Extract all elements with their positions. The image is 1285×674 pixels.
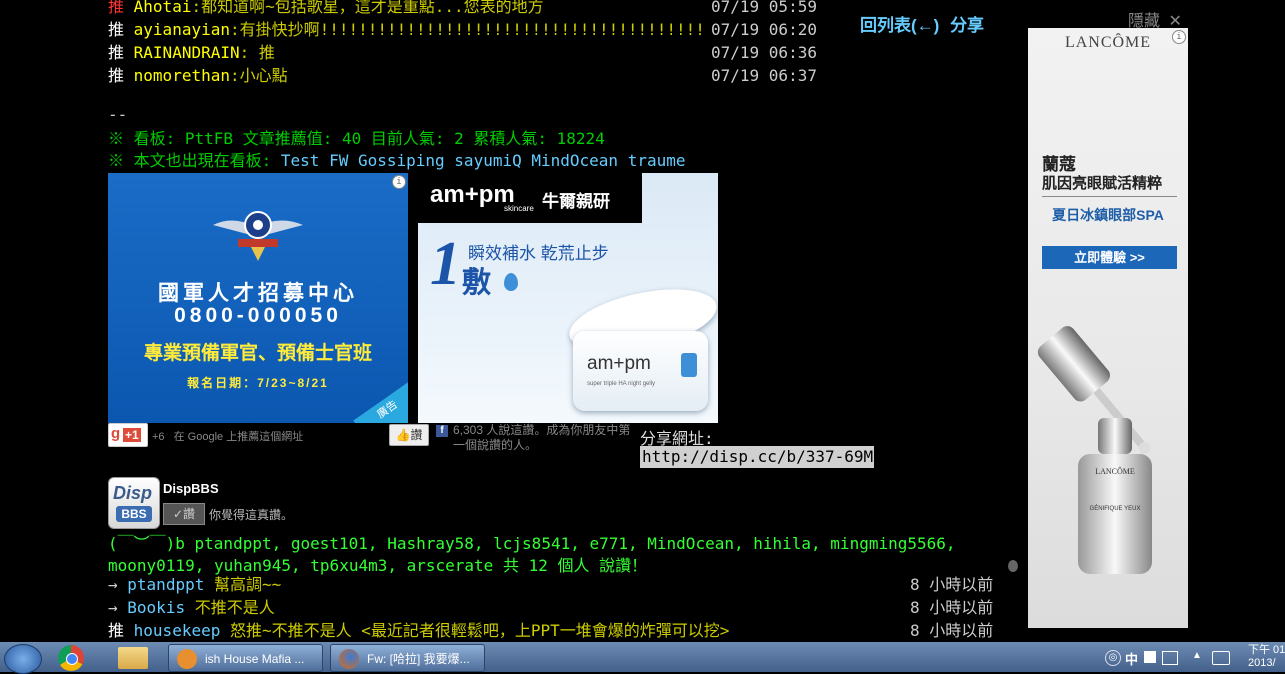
taskbar-item-firefox[interactable]: Fw: [哈拉] 我要爆...	[330, 644, 485, 672]
likers-line-1: (￣︶￣)b ptandppt, goest101, Hashray58, lc…	[108, 534, 956, 553]
disp-like-button[interactable]: ✓讚	[163, 503, 205, 525]
share-url-field[interactable]: http://disp.cc/b/337-69M3	[640, 446, 883, 468]
military-emblem-icon	[213, 211, 303, 261]
dispbbs-name[interactable]: DispBBS	[163, 481, 219, 496]
board-links[interactable]: Test FW Gossiping sayumiQ MindOcean trau…	[281, 151, 686, 170]
folder-icon[interactable]	[118, 647, 148, 669]
try-now-button[interactable]: 立即體驗 >>	[1042, 246, 1177, 269]
push-row: 推 Ahotai:都知道啊~包括歌星，這才是重點...您表的地方 07/19 0…	[108, 0, 817, 18]
ime-icon[interactable]: ◎	[1105, 650, 1121, 666]
push-user[interactable]: nomorethan	[134, 66, 230, 85]
facebook-like-text: 6,303 人說這讚。成為你朋友中第 一個說讚的人。	[453, 423, 631, 452]
taskbar-item-media[interactable]: ish House Mafia ...	[168, 644, 323, 672]
ampm-brand-bar: am+pm skincare 牛爾親研	[418, 173, 642, 223]
cream-jar: am+pm super triple HA night gelly	[573, 331, 708, 411]
military-recruit-ad[interactable]: i 國軍人才招募中心 0800-000050 專業預備軍官、預備士官班 報名日期…	[108, 173, 408, 423]
push-user[interactable]: ayianayian	[134, 20, 230, 39]
ad-info-icon[interactable]: i	[392, 175, 406, 189]
push-row: 推 RAINANDRAIN: 推 07/19 06:36	[108, 43, 817, 62]
share-link[interactable]: 分享	[950, 16, 984, 35]
google-plus-count: +6 在 Google 上推薦這個網址	[152, 431, 304, 443]
firefox-icon	[339, 649, 359, 669]
svg-text:LANCÔME: LANCÔME	[1095, 466, 1135, 476]
signature-separator: --	[108, 105, 128, 124]
taskbar: ish House Mafia ... Fw: [哈拉] 我要爆... ◎ 中 …	[0, 642, 1285, 674]
start-button[interactable]	[0, 642, 44, 674]
article-nav: 回列表(←) 分享	[860, 11, 984, 36]
push-user[interactable]: housekeep	[134, 621, 221, 640]
disp-like-text: 你覺得這真讚。	[209, 508, 294, 522]
tray-expand-icon[interactable]: ▲	[1192, 650, 1202, 661]
push-user[interactable]: Bookis	[127, 598, 185, 617]
google-plus-one-button[interactable]: g +1	[108, 423, 148, 447]
ampm-skincare-ad[interactable]: am+pm skincare 牛爾親研 1 敷 瞬效補水 乾荒止步 am+pm …	[418, 173, 718, 423]
likers-line-2: moony0119, yuhan945, tp6xu4m3, arscerate…	[108, 556, 648, 575]
svg-text:GÉNIFIQUE YEUX: GÉNIFIQUE YEUX	[1090, 505, 1141, 512]
language-indicator[interactable]: 中	[1125, 649, 1138, 668]
facebook-like-button[interactable]: 👍讚	[389, 424, 429, 446]
water-drop-icon	[504, 273, 518, 291]
push-row: → ptandppt 幫高調~~ 8 小時以前	[108, 575, 994, 594]
back-to-list-link[interactable]: 回列表(←)	[860, 16, 939, 35]
clock[interactable]: 下午 01 2013/	[1248, 644, 1285, 670]
ime-mode-icon[interactable]	[1144, 651, 1156, 663]
keyboard-icon[interactable]	[1162, 651, 1178, 665]
board-stats: ※ 看板: PttFB 文章推薦值: 40 目前人氣: 2 累積人氣: 1822…	[108, 129, 605, 148]
push-user[interactable]: Ahotai	[134, 0, 192, 16]
scroll-handle[interactable]	[1008, 560, 1018, 572]
thumbs-up-icon: 👍	[395, 428, 411, 442]
dispbbs-logo: Disp BBS	[108, 477, 160, 529]
push-row: 推 nomorethan:小心點 07/19 06:37	[108, 66, 817, 85]
chrome-icon[interactable]	[58, 645, 84, 671]
push-user[interactable]: RAINANDRAIN	[134, 43, 240, 62]
network-icon[interactable]	[1212, 651, 1230, 665]
serum-bottle-icon: LANCÔME GÉNIFIQUE YEUX	[1037, 326, 1152, 574]
media-player-icon	[177, 649, 197, 669]
push-row: 推 ayianayian:有掛快抄啊!!!!!!!!!!!!!!!!!!!!!!…	[108, 20, 817, 39]
facebook-icon: f	[436, 425, 448, 437]
push-row: → Bookis 不推不是人 8 小時以前	[108, 598, 994, 617]
push-user[interactable]: ptandppt	[127, 575, 204, 594]
push-row: 推 housekeep 怒推~不推不是人 <最近記者很輕鬆吧，上PPT一堆會爆的…	[108, 621, 994, 640]
lancome-ad[interactable]: i LANCÔME 蘭蔻 肌因亮眼賦活精粹 夏日冰鎮眼部SPA 立即體驗 >> …	[1028, 28, 1188, 628]
also-in-boards: ※ 本文也出現在看板: Test FW Gossiping sayumiQ Mi…	[108, 151, 686, 170]
